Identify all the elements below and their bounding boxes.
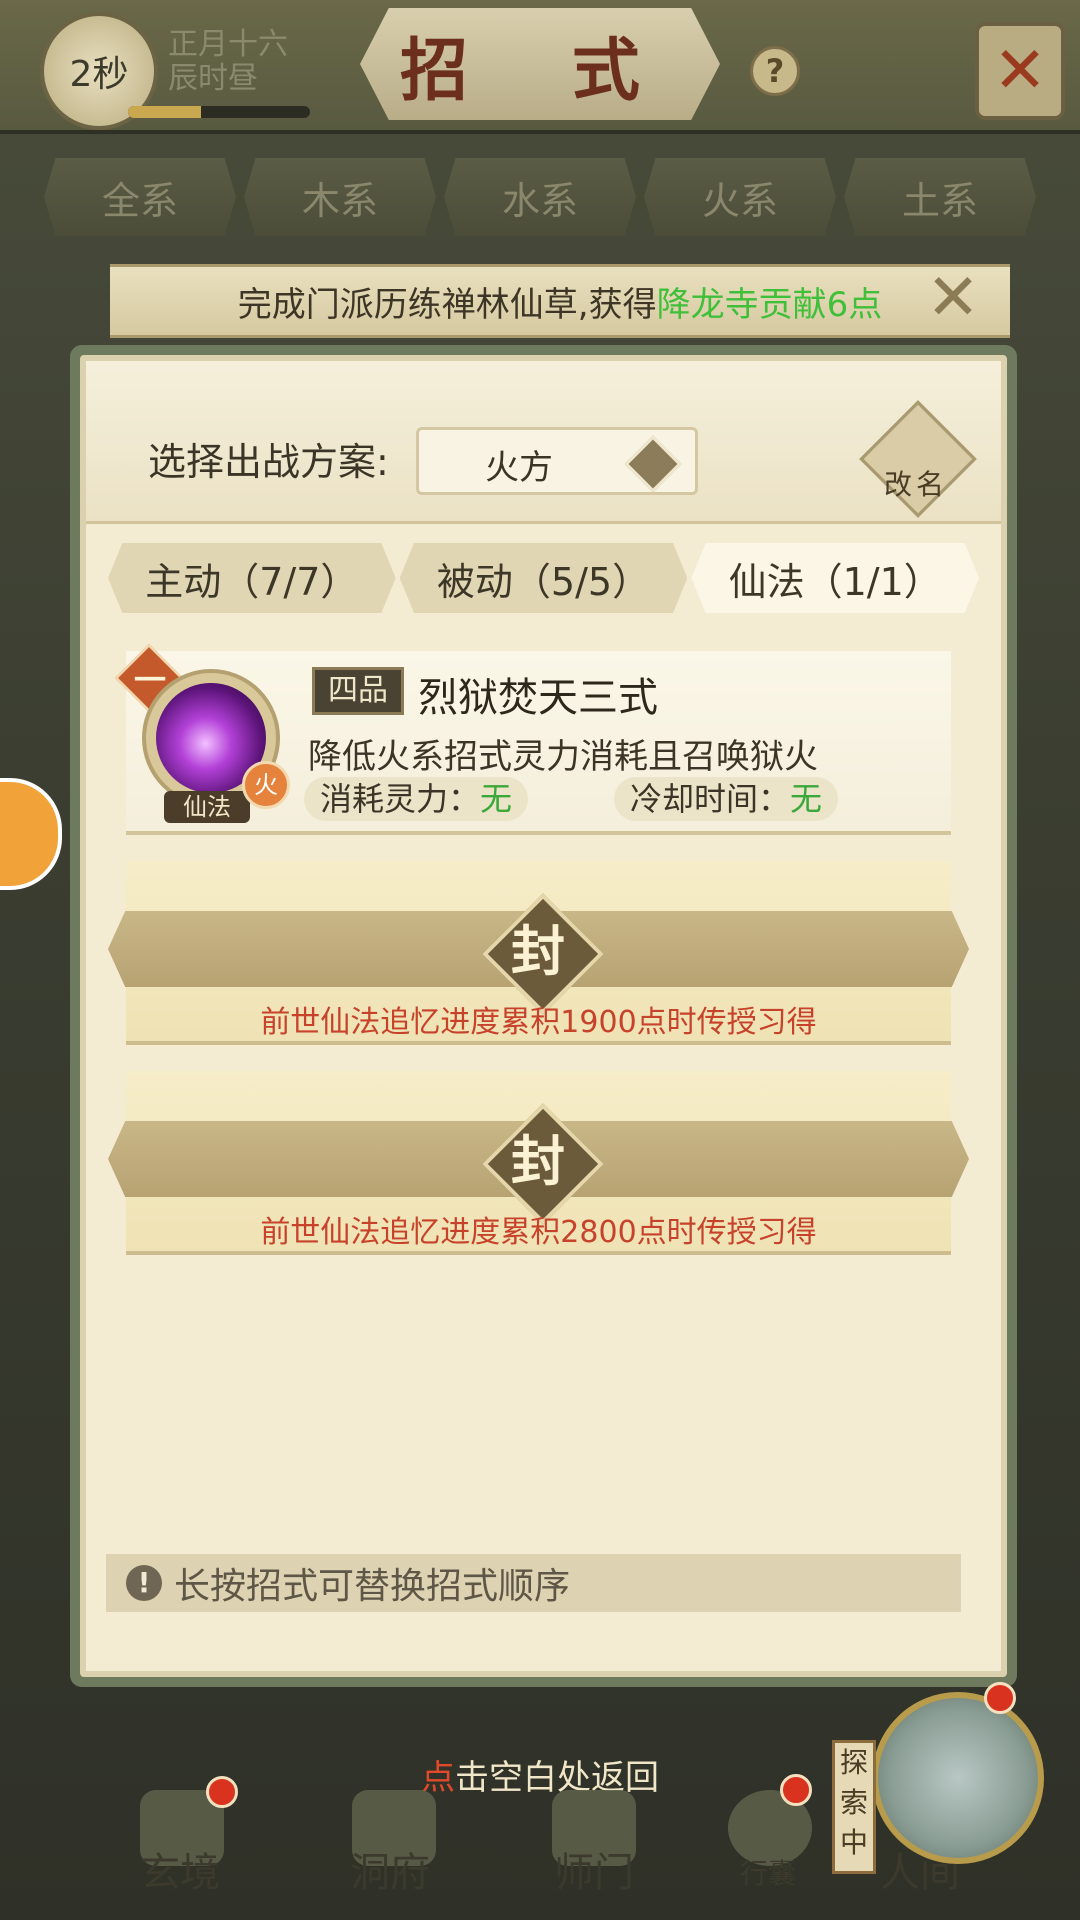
tab-active-skills[interactable]: 主动（7/7） bbox=[108, 543, 396, 613]
cooldown-stat: 冷却时间：无 bbox=[614, 777, 839, 821]
notification-banner: 完成门派历练禅林仙草,获得 降龙寺贡献6点 bbox=[110, 264, 1010, 338]
notification-dot bbox=[780, 1774, 812, 1806]
seal-unlock-text: 前世仙法追忆进度累积2800点时传授习得 bbox=[260, 1215, 817, 1250]
plan-select[interactable]: 火方 bbox=[416, 427, 698, 495]
nav-shimen[interactable]: 师门 bbox=[554, 1840, 634, 1898]
cooldown-label: 冷却时间： bbox=[630, 780, 791, 818]
world-map-icon[interactable] bbox=[872, 1692, 1044, 1864]
sealed-slot: 封 前世仙法追忆进度累积1900点时传授习得 bbox=[108, 861, 969, 1041]
notice-close-icon[interactable]: ✕ bbox=[925, 266, 981, 330]
nav-xuanjing[interactable]: 玄境 bbox=[140, 1840, 220, 1898]
page-title: 招 式 bbox=[360, 8, 720, 120]
cost-label: 消耗灵力： bbox=[320, 780, 481, 818]
seal-character: 封 bbox=[511, 1129, 565, 1193]
time-progress-fill bbox=[128, 106, 201, 118]
nav-dongfu[interactable]: 洞府 bbox=[350, 1840, 430, 1898]
plan-label: 选择出战方案: bbox=[148, 440, 389, 484]
close-button[interactable]: ✕ bbox=[975, 22, 1065, 120]
hint-bar: ! 长按招式可替换招式顺序 bbox=[106, 1554, 961, 1612]
hint-text: 长按招式可替换招式顺序 bbox=[174, 1566, 571, 1607]
cost-stat: 消耗灵力：无 bbox=[304, 777, 529, 821]
help-icon[interactable]: ? bbox=[750, 46, 800, 96]
fire-element-icon: 火 bbox=[242, 761, 290, 809]
info-icon: ! bbox=[126, 1565, 162, 1601]
notice-highlight: 降龙寺贡献6点 bbox=[656, 284, 883, 325]
tab-immortal-arts[interactable]: 仙法（1/1） bbox=[691, 543, 980, 613]
cooldown-value: 无 bbox=[790, 780, 823, 818]
time-progress-bar bbox=[128, 106, 310, 118]
tab-fire[interactable]: 火系 bbox=[644, 158, 836, 236]
tab-wood[interactable]: 木系 bbox=[244, 158, 436, 236]
date-line-2: 辰时昼 bbox=[168, 61, 258, 96]
date-display: 正月十六 辰时昼 bbox=[168, 28, 288, 96]
tab-all[interactable]: 全系 bbox=[44, 158, 236, 236]
element-tabs: 全系 木系 水系 火系 土系 bbox=[40, 158, 1040, 236]
sealed-slot: 封 前世仙法追忆进度累积2800点时传授习得 bbox=[108, 1071, 969, 1251]
skill-name: 烈狱焚天三式 bbox=[418, 675, 658, 721]
skill-description: 降低火系招式灵力消耗且召唤狱火 bbox=[308, 737, 818, 777]
tab-passive-skills[interactable]: 被动（5/5） bbox=[399, 543, 688, 613]
notification-dot bbox=[206, 1776, 238, 1808]
chevron-down-icon bbox=[624, 435, 682, 493]
rename-label: 改名 bbox=[883, 468, 948, 501]
plan-row: 选择出战方案: 火方 改名 bbox=[86, 361, 1001, 524]
tab-water[interactable]: 水系 bbox=[444, 158, 636, 236]
explore-status-tag: 探索中 bbox=[832, 1740, 876, 1874]
skill-type-label: 仙法 bbox=[164, 791, 250, 823]
top-bar: 2秒 正月十六 辰时昼 招 式 ? ✕ bbox=[0, 0, 1080, 134]
nav-xingnang[interactable]: 行囊 bbox=[740, 1852, 796, 1892]
seal-unlock-text: 前世仙法追忆进度累积1900点时传授习得 bbox=[260, 1005, 817, 1040]
notice-text: 完成门派历练禅林仙草,获得 bbox=[237, 284, 657, 325]
date-line-1: 正月十六 bbox=[168, 27, 288, 62]
tab-earth[interactable]: 土系 bbox=[844, 158, 1036, 236]
cost-value: 无 bbox=[480, 780, 513, 818]
plan-selected-value: 火方 bbox=[485, 448, 553, 488]
skill-panel: 选择出战方案: 火方 改名 主动（7/7） 被动（5/5） 仙法（1/1） 一 … bbox=[80, 355, 1007, 1677]
seal-character: 封 bbox=[511, 919, 565, 983]
skill-card[interactable]: 一 仙法 火 四品 烈狱焚天三式 降低火系招式灵力消耗且召唤狱火 消耗灵力：无 … bbox=[114, 643, 951, 831]
grade-tag: 四品 bbox=[312, 667, 404, 715]
notification-dot bbox=[984, 1682, 1016, 1714]
skill-type-tabs: 主动（7/7） 被动（5/5） 仙法（1/1） bbox=[106, 543, 981, 613]
